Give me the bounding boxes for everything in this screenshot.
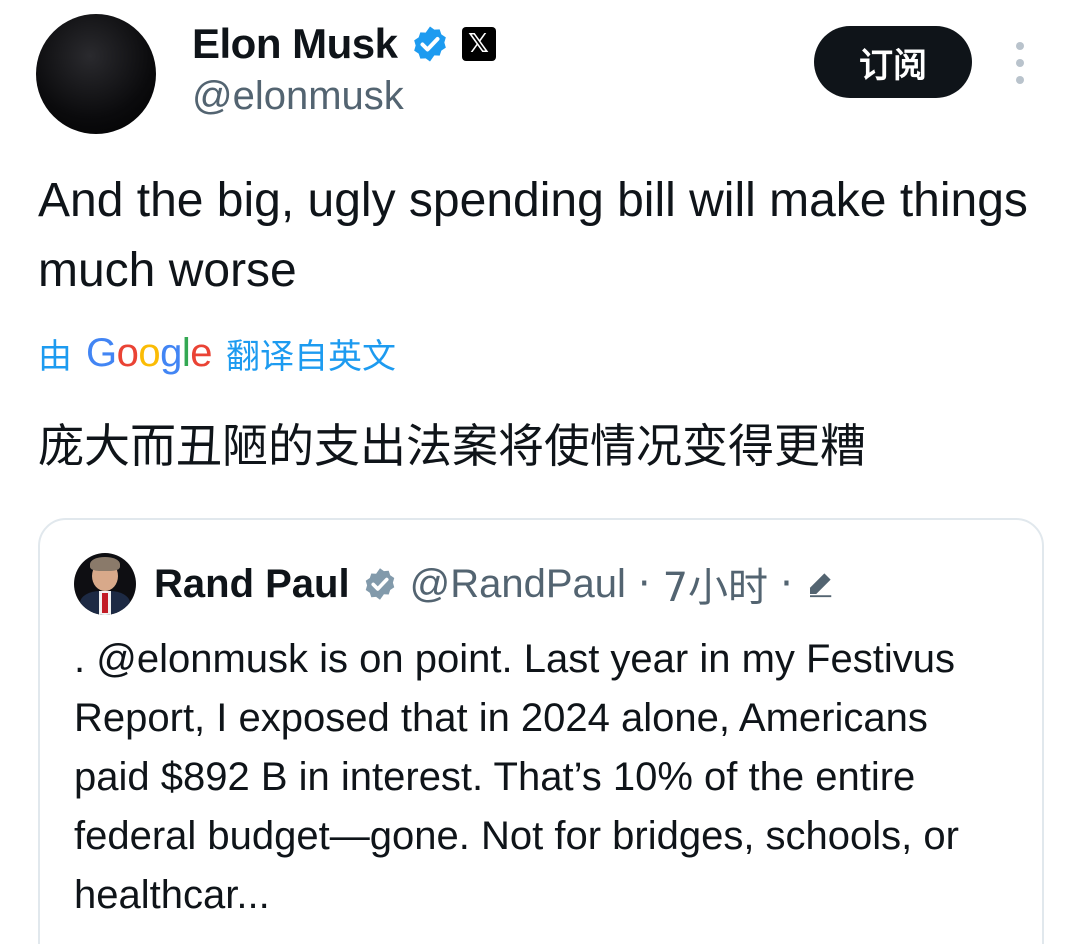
quoted-tweet-time[interactable]: 7小时 [663, 555, 768, 613]
translation-suffix: 翻译自英文 [226, 336, 397, 377]
quoted-tweet-header: Rand Paul @RandPaul · 7小时 · [74, 552, 835, 616]
more-vertical-icon[interactable] [1010, 42, 1030, 84]
subscribe-button[interactable]: 订阅 [814, 26, 972, 98]
quoted-author-name[interactable]: Rand Paul [154, 562, 350, 607]
author-name-row: Elon Musk 𝕏 [192, 18, 496, 70]
verified-badge-icon [365, 568, 394, 600]
google-logo: Google [86, 330, 213, 375]
quoted-tweet-card[interactable]: Rand Paul @RandPaul · 7小时 · . @elonmusk … [38, 518, 1044, 944]
translated-text: 庞大而丑陋的支出法案将使情况变得更糟 [38, 419, 866, 473]
translation-prefix: 由 [38, 336, 72, 377]
author-avatar[interactable] [36, 14, 156, 134]
more-dot [1016, 76, 1024, 84]
separator: · [780, 561, 793, 607]
verified-badge-icon [413, 26, 446, 62]
quoted-author-avatar[interactable] [74, 553, 136, 615]
more-dot [1016, 42, 1024, 50]
quoted-author-handle[interactable]: @RandPaul [410, 562, 626, 607]
separator: · [637, 561, 651, 607]
translation-attribution[interactable]: 由 Google 翻译自英文 [38, 328, 396, 378]
author-display-name[interactable]: Elon Musk [192, 20, 398, 68]
quoted-tweet-text: . @elonmusk is on point. Last year in my… [74, 637, 959, 917]
x-logo-icon: 𝕏 [461, 27, 496, 61]
more-dot [1016, 59, 1024, 67]
pencil-icon [809, 573, 832, 598]
author-handle[interactable]: @elonmusk [192, 74, 404, 119]
tweet-text: And the big, ugly spending bill will mak… [38, 174, 1028, 297]
